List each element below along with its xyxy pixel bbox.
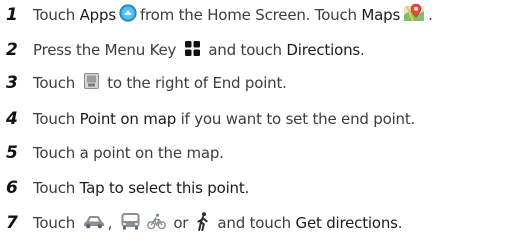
step-text-segment: Touch: [33, 110, 80, 128]
apps-icon: [119, 4, 137, 26]
step-text-segment: .: [244, 179, 250, 197]
step-number: 6: [6, 178, 18, 198]
step-text: Touch Tap to select this point.: [33, 179, 249, 197]
step-text: Press the Menu Key and touch Directions.: [33, 40, 365, 61]
ui-term: Apps: [79, 6, 117, 24]
walking-icon: [196, 211, 210, 235]
step-text-segment: and touch: [212, 214, 296, 232]
instruction-steps: 1 Touch Apps from the Home Screen. Touch M…: [0, 0, 510, 249]
step-number: 1: [6, 5, 18, 25]
bookmark-icon: [83, 72, 100, 94]
step-text-segment: if you want to set the end point.: [176, 110, 416, 128]
step-number: 5: [6, 143, 18, 163]
ui-term: Get directions: [295, 214, 398, 232]
step-text-segment: .: [360, 41, 365, 59]
ui-term: Tap to select this point: [79, 179, 245, 197]
step-text-segment: Touch: [33, 74, 80, 92]
step-item: 1 Touch Apps from the Home Screen. Touch M…: [0, 0, 510, 30]
step-text-segment: to the right of End point.: [102, 74, 287, 92]
step-text-segment: .: [428, 6, 433, 24]
step-item: 7 Touch , or and touch Get directions.: [0, 208, 510, 238]
step-item: 5 Touch a point on the map.: [0, 138, 510, 168]
car-icon: [83, 214, 105, 233]
step-number: 7: [6, 213, 18, 233]
step-text: Touch a point on the map.: [33, 144, 224, 162]
step-text: Touch Point on map if you want to set th…: [33, 110, 415, 128]
step-text: Touch Apps from the Home Screen. Touch Ma…: [33, 3, 433, 27]
bus-icon: [120, 212, 141, 234]
ui-term: Directions: [286, 41, 360, 59]
menu-key-icon: [184, 40, 201, 61]
ui-term: Maps: [361, 6, 401, 24]
step-text-segment: Touch: [33, 179, 80, 197]
bicycle-icon: [146, 213, 166, 234]
ui-term: Point on map: [79, 110, 177, 128]
step-number: 4: [6, 109, 18, 129]
step-item: 6 Touch Tap to select this point.: [0, 173, 510, 203]
step-text-segment: Touch: [33, 214, 80, 232]
step-text-segment: .: [397, 214, 403, 232]
step-text-segment: Touch a point on the map.: [33, 144, 224, 162]
step-text-segment: from the Home Screen. Touch: [139, 6, 362, 24]
step-text-segment: or: [168, 214, 193, 232]
step-text: Touch , or and touch Get directions.: [33, 211, 403, 235]
step-text-segment: Touch: [33, 6, 80, 24]
step-text-segment: and touch: [203, 41, 287, 59]
step-number: 3: [6, 73, 18, 93]
step-number: 2: [6, 40, 18, 60]
maps-icon: [403, 3, 425, 27]
step-text: Touch to the right of End point.: [33, 72, 287, 94]
step-item: 2 Press the Menu Key and touch Directions…: [0, 35, 510, 65]
step-item: 4 Touch Point on map if you want to set t…: [0, 104, 510, 134]
step-text-segment: ,: [107, 214, 117, 232]
step-item: 3 Touch to the right of End point.: [0, 68, 510, 98]
step-text-segment: Press the Menu Key: [33, 41, 181, 59]
